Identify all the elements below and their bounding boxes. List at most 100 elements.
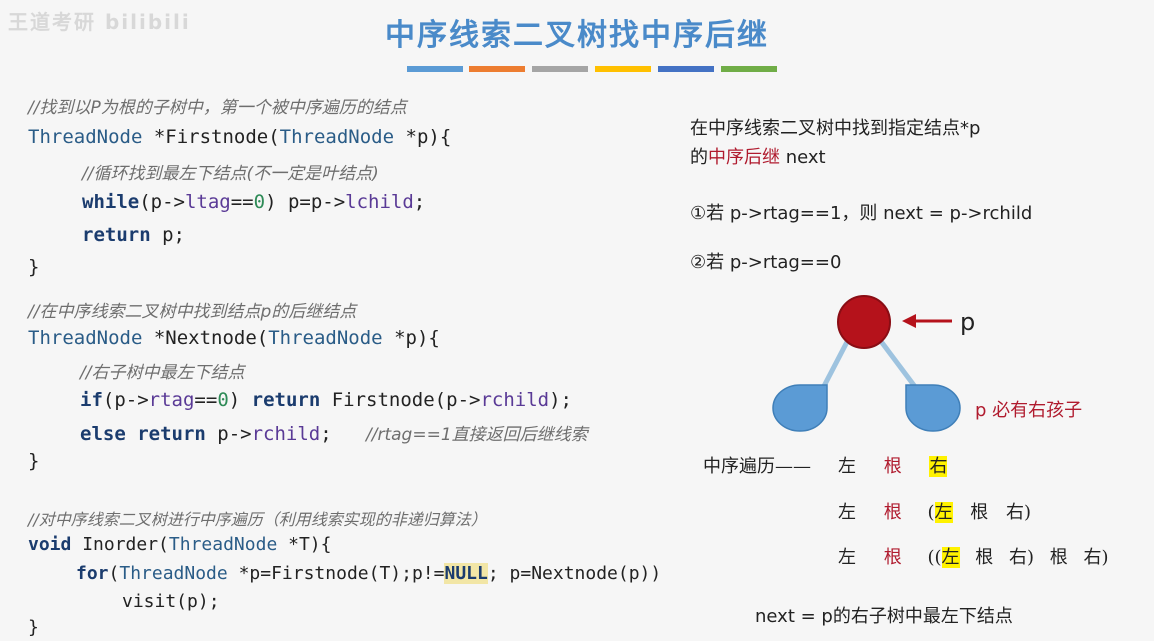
seq-root: 根 bbox=[883, 502, 902, 523]
code-text: *Nextnode( bbox=[142, 327, 269, 349]
code-text: ; bbox=[320, 423, 367, 445]
seq-root: 根 bbox=[975, 547, 994, 568]
code-comment-right-subtree: //右子树中最左下结点 bbox=[80, 363, 245, 383]
explanation-text: 的 bbox=[690, 147, 708, 168]
code-text: (p-> bbox=[139, 191, 185, 213]
seq-left: 左 bbox=[838, 547, 856, 568]
code-comment-inorder: //对中序线索二叉树进行中序遍历（利用线索实现的非递归算法） bbox=[28, 510, 487, 529]
code-text: ) p=p-> bbox=[265, 191, 346, 213]
code-text: *p){ bbox=[382, 327, 440, 349]
code-type: ThreadNode bbox=[28, 327, 143, 349]
sequence-row-2: 左 根 (左 根 右) bbox=[838, 498, 1031, 524]
right-subtree bbox=[905, 384, 961, 432]
code-field: rchild bbox=[480, 389, 550, 411]
code-line-for: for(ThreadNode *p=Firstnode(T);p!=NULL; … bbox=[76, 563, 661, 584]
color-bar-6 bbox=[721, 66, 777, 72]
inorder-label: 中序遍历—— bbox=[703, 456, 811, 477]
code-keyword: if bbox=[80, 389, 103, 411]
code-keyword: return bbox=[82, 224, 151, 246]
code-keyword: else return bbox=[80, 423, 206, 445]
sequence-row-3: 左 根 ((左 根 右) 根 右) bbox=[838, 543, 1109, 569]
seq-paren: ) bbox=[1026, 547, 1035, 568]
code-keyword: return bbox=[251, 389, 321, 411]
code-line-visit: visit(p); bbox=[122, 591, 220, 612]
code-text: *p=Firstnode(T);p!= bbox=[227, 563, 445, 584]
code-text: ( bbox=[108, 563, 120, 584]
case-2: ②若 p->rtag==0 bbox=[690, 252, 842, 273]
code-type: ThreadNode bbox=[28, 126, 143, 148]
code-keyword: for bbox=[76, 563, 109, 584]
p-label: p bbox=[960, 308, 976, 336]
sequence-row-1: 左 根 右 bbox=[838, 452, 948, 478]
code-field: rtag bbox=[148, 389, 195, 411]
code-field: lchild bbox=[345, 191, 414, 213]
code-null-keyword: NULL bbox=[444, 563, 488, 584]
code-text: ); bbox=[549, 389, 572, 411]
code-field: rchild bbox=[251, 423, 321, 445]
tree-edge-left bbox=[820, 338, 851, 390]
explanation-line-1: 在中序线索二叉树中找到指定结点*p bbox=[690, 118, 981, 139]
explanation-line-2: 的中序后继 next bbox=[690, 143, 826, 169]
code-comment-nextnode: //在中序线索二叉树中找到结点p的后继结点 bbox=[28, 302, 357, 322]
code-text: *Firstnode( bbox=[142, 126, 280, 148]
code-line-close-1: } bbox=[28, 256, 40, 278]
explanation-text: next bbox=[780, 147, 826, 168]
conclusion: next = p的右子树中最左下结点 bbox=[755, 606, 1013, 627]
code-line-close-2: } bbox=[28, 450, 40, 472]
code-text: p; bbox=[150, 224, 185, 246]
code-type: ThreadNode bbox=[279, 126, 395, 148]
code-text: ; bbox=[413, 191, 426, 213]
code-text: == bbox=[194, 389, 218, 411]
code-text: ; p=Nextnode(p)) bbox=[487, 563, 662, 584]
code-type: ThreadNode bbox=[168, 534, 278, 555]
code-text: ) bbox=[228, 389, 252, 411]
pointer-arrowhead bbox=[902, 314, 916, 328]
seq-right: 右 bbox=[1008, 547, 1027, 568]
code-line-inorder-signature: void Inorder(ThreadNode *T){ bbox=[28, 534, 331, 555]
color-bar-1 bbox=[407, 66, 463, 72]
inorder-successor-term: 中序后继 bbox=[708, 147, 780, 168]
color-bar-3 bbox=[532, 66, 588, 72]
code-text: *p){ bbox=[394, 126, 452, 148]
code-line-firstnode-signature: ThreadNode *Firstnode(ThreadNode *p){ bbox=[28, 126, 451, 148]
seq-paren: ) bbox=[1023, 502, 1031, 523]
code-line-while: while(p->ltag==0) p=p->lchild; bbox=[82, 191, 425, 213]
must-have-right-child: p 必有右孩子 bbox=[975, 400, 1083, 421]
code-type: ThreadNode bbox=[268, 327, 383, 349]
seq-paren: ( bbox=[927, 502, 935, 523]
code-text: (p-> bbox=[102, 389, 149, 411]
code-text: p-> bbox=[205, 423, 252, 445]
code-line-nextnode-signature: ThreadNode *Nextnode(ThreadNode *p){ bbox=[28, 327, 440, 349]
left-subtree bbox=[772, 384, 828, 432]
code-number: 0 bbox=[253, 191, 266, 213]
node-p bbox=[837, 295, 891, 349]
code-field: ltag bbox=[184, 191, 231, 213]
color-bar-2 bbox=[469, 66, 525, 72]
seq-root: 根 bbox=[970, 502, 989, 523]
seq-left: 左 bbox=[941, 547, 960, 568]
slide-title: 中序线索二叉树找中序后继 bbox=[385, 18, 769, 53]
seq-left: 左 bbox=[838, 456, 856, 477]
seq-paren: ) bbox=[1101, 547, 1109, 568]
tree-edge-right bbox=[878, 338, 918, 390]
seq-right: 右 bbox=[1083, 547, 1102, 568]
color-bar-4 bbox=[595, 66, 651, 72]
case-1: ①若 p->rtag==1，则 next = p->rchild bbox=[690, 203, 1033, 224]
seq-right: 右 bbox=[929, 456, 948, 477]
code-text: == bbox=[230, 191, 254, 213]
seq-paren: (( bbox=[927, 547, 942, 568]
seq-root: 根 bbox=[1049, 547, 1068, 568]
color-bar-5 bbox=[658, 66, 714, 72]
code-inline-comment: //rtag==1直接返回后继线索 bbox=[366, 425, 588, 445]
seq-left: 左 bbox=[934, 502, 953, 523]
code-line-return: return p; bbox=[82, 224, 185, 246]
code-type: ThreadNode bbox=[119, 563, 228, 584]
code-text: Firstnode(p-> bbox=[320, 389, 481, 411]
seq-left: 左 bbox=[838, 502, 856, 523]
seq-root: 根 bbox=[883, 547, 902, 568]
code-comment-loop: //循环找到最左下结点(不一定是叶结点) bbox=[82, 164, 379, 184]
code-comment-firstnode: //找到以P为根的子树中，第一个被中序遍历的结点 bbox=[28, 98, 407, 118]
code-line-if: if(p->rtag==0) return Firstnode(p->rchil… bbox=[80, 389, 572, 411]
code-line-close-3: } bbox=[28, 617, 39, 638]
code-line-else: else return p->rchild; //rtag==1直接返回后继线索 bbox=[80, 420, 588, 445]
